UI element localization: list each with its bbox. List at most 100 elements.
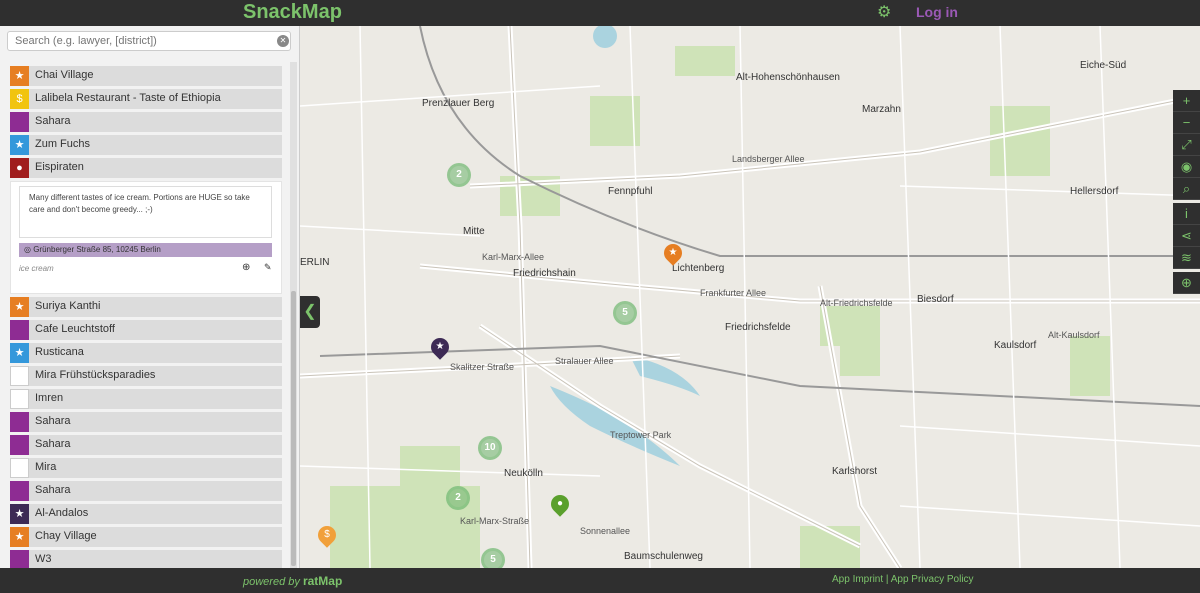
- chevron-left-icon: ❮: [303, 303, 316, 320]
- share-icon: ⋖: [1181, 228, 1192, 243]
- place-list-item[interactable]: ★ Suriya Kanthi: [10, 297, 282, 317]
- minus-icon: −: [1183, 115, 1191, 130]
- login-button[interactable]: Log in: [916, 4, 958, 20]
- place-list-item[interactable]: Cafe Leuchtstoff: [10, 320, 282, 340]
- place-list-item[interactable]: ★Al-Andalos: [10, 504, 282, 524]
- place-address[interactable]: ◎ Grünberger Straße 85, 10245 Berlin: [19, 243, 272, 257]
- place-name: Imren: [35, 392, 63, 404]
- map-label: Alt-Hohenschönhausen: [736, 72, 840, 83]
- map-marker[interactable]: ★: [660, 240, 685, 265]
- place-list-item[interactable]: Imren: [10, 389, 282, 409]
- map-label: Lichtenberg: [672, 263, 724, 274]
- place-list-item[interactable]: ● Eispiraten: [10, 158, 282, 178]
- place-name: Lalibela Restaurant - Taste of Ethiopia: [35, 92, 221, 104]
- place-list-item[interactable]: ★Chai Village: [10, 66, 282, 86]
- zoom-in-button[interactable]: +: [1173, 90, 1200, 112]
- gear-icon[interactable]: ⚙: [877, 5, 893, 21]
- place-name: Suriya Kanthi: [35, 300, 100, 312]
- place-list-item[interactable]: ★Zum Fuchs: [10, 135, 282, 155]
- place-name: Mira Frühstücksparadies: [35, 369, 155, 381]
- collapse-sidebar-button[interactable]: ❮: [300, 296, 320, 328]
- place-list-item[interactable]: Sahara: [10, 481, 282, 501]
- powered-prefix: powered by: [243, 576, 300, 588]
- star-icon: ★: [431, 338, 449, 356]
- place-list-item[interactable]: $Lalibela Restaurant - Taste of Ethiopia: [10, 89, 282, 109]
- leaf-icon: ●: [551, 495, 569, 513]
- powered-by: powered by ratMap: [243, 574, 342, 588]
- map-marker[interactable]: ●: [547, 491, 572, 516]
- map-marker[interactable]: ★: [427, 334, 452, 359]
- clear-search-icon[interactable]: ✕: [277, 35, 289, 47]
- footer-links[interactable]: App Imprint | App Privacy Policy: [832, 574, 974, 585]
- edit-icon[interactable]: ✎: [264, 262, 272, 273]
- share-button[interactable]: ⋖: [1173, 225, 1200, 247]
- place-list-item[interactable]: Mira Frühstücksparadies: [10, 366, 282, 386]
- star-icon: ★: [10, 527, 29, 547]
- place-list-item[interactable]: ★Rusticana: [10, 343, 282, 363]
- marker-cluster[interactable]: 2: [446, 486, 470, 510]
- place-tags: ice cream: [19, 264, 54, 273]
- star-icon: ★: [10, 66, 29, 86]
- circle-icon: ●: [10, 158, 29, 178]
- place-list-item[interactable]: Sahara: [10, 412, 282, 432]
- category-icon: [10, 366, 29, 386]
- map-label: Prenzlauer Berg: [422, 98, 494, 109]
- info-button[interactable]: i: [1173, 203, 1200, 225]
- map-label: Mitte: [463, 226, 485, 237]
- marker-cluster[interactable]: 5: [613, 301, 637, 325]
- place-description: Many different tastes of ice cream. Port…: [19, 186, 272, 238]
- app-title[interactable]: SnackMap: [243, 1, 342, 24]
- marker-cluster[interactable]: 5: [481, 548, 505, 568]
- add-place-button[interactable]: ⊕: [1173, 272, 1200, 294]
- category-icon: [10, 435, 29, 455]
- location-icon: ◎: [24, 245, 33, 254]
- zoom-out-button[interactable]: −: [1173, 112, 1200, 134]
- layers-button[interactable]: ≋: [1173, 247, 1200, 269]
- place-list-item[interactable]: Sahara: [10, 435, 282, 455]
- eye-icon: ◉: [1181, 159, 1192, 174]
- ratmap-link[interactable]: ratMap: [303, 574, 342, 588]
- map-label: Kaulsdorf: [994, 340, 1036, 351]
- map-label: Alt-Kaulsdorf: [1048, 330, 1100, 340]
- map[interactable]: Prenzlauer Berg Mitte Friedrichshain Lic…: [300, 26, 1200, 568]
- category-icon: [10, 389, 29, 409]
- map-marker[interactable]: $: [314, 522, 339, 547]
- sidebar: ✕ ★Chai Village $Lalibela Restaurant - Ta…: [0, 26, 300, 568]
- app-header: SnackMap ⚙ Log in: [0, 0, 1200, 26]
- place-list-item[interactable]: ★Chay Village: [10, 527, 282, 547]
- star-icon: ★: [664, 244, 682, 262]
- map-label: Neukölln: [504, 468, 543, 479]
- search-input[interactable]: [7, 31, 291, 51]
- zoom-to-place-icon[interactable]: ⊕: [242, 262, 250, 273]
- place-list-item[interactable]: W3: [10, 550, 282, 570]
- category-icon: [10, 458, 29, 478]
- place-name: Rusticana: [35, 346, 84, 358]
- map-controls: + − ⤢ ◉ ⌕ i ⋖ ≋ ⊕: [1173, 90, 1200, 294]
- plus-icon: +: [1183, 93, 1191, 108]
- dollar-icon: $: [318, 526, 336, 544]
- place-name: Eispiraten: [35, 161, 84, 173]
- map-label: Alt-Friedrichsfelde: [820, 298, 893, 308]
- layers-icon: ≋: [1181, 250, 1192, 265]
- category-icon: [10, 550, 29, 570]
- star-icon: ★: [10, 135, 29, 155]
- info-icon: i: [1185, 206, 1188, 221]
- category-icon: [10, 481, 29, 501]
- marker-cluster[interactable]: 2: [447, 163, 471, 187]
- place-list-item[interactable]: Sahara: [10, 112, 282, 132]
- visibility-button[interactable]: ◉: [1173, 156, 1200, 178]
- place-list-item[interactable]: Mira: [10, 458, 282, 478]
- place-name: Sahara: [35, 115, 70, 127]
- scrollbar-thumb[interactable]: [291, 291, 296, 566]
- place-name: Sahara: [35, 438, 70, 450]
- star-icon: ★: [10, 297, 29, 317]
- marker-cluster[interactable]: 10: [478, 436, 502, 460]
- map-label: Karl-Marx-Straße: [460, 516, 529, 526]
- category-icon: [10, 112, 29, 132]
- category-icon: [10, 320, 29, 340]
- search-map-button[interactable]: ⌕: [1173, 178, 1200, 200]
- map-label: Landsberger Allee: [732, 154, 805, 164]
- fullscreen-button[interactable]: ⤢: [1173, 134, 1200, 156]
- map-label: Marzahn: [862, 104, 901, 115]
- map-label: Baumschulenweg: [624, 551, 703, 562]
